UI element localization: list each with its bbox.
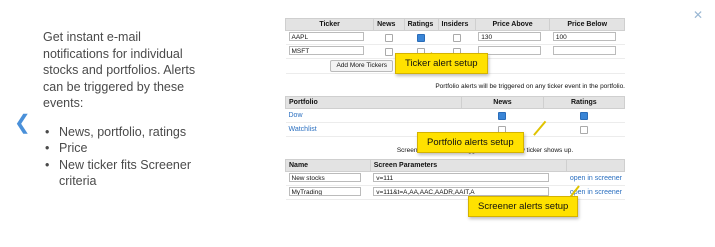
chevron-left-icon[interactable]: ❮ (14, 113, 31, 133)
table-row: Dow (285, 108, 625, 123)
table-row: AAPL 130 100 (285, 30, 625, 45)
description-intro: Get instant e-mail notifications for ind… (43, 30, 196, 110)
column-header: News (461, 96, 544, 109)
column-header: Ratings (403, 18, 439, 31)
add-more-tickers-button[interactable]: Add More Tickers (330, 60, 394, 72)
news-checkbox[interactable] (384, 33, 393, 42)
column-header: Name (285, 159, 371, 172)
ratings-checkbox[interactable] (579, 125, 588, 134)
open-in-screener-link[interactable]: open in screener (570, 175, 622, 182)
ratings-checkbox[interactable] (417, 33, 426, 42)
news-checkbox[interactable] (384, 47, 393, 56)
trigger-list: News, portfolio, ratings Price New ticke… (43, 124, 203, 190)
ticker-input[interactable]: MSFT (288, 46, 365, 55)
price-below-input[interactable]: 100 (552, 32, 616, 41)
screener-name-input[interactable]: New stocks (288, 173, 361, 182)
trigger-item: Price (43, 140, 203, 157)
screener-name-input[interactable]: MyTrading (288, 187, 361, 196)
column-header: Price Below (549, 18, 625, 31)
portfolio-alerts-note: Portfolio alerts will be triggered on an… (435, 83, 625, 90)
ticker-alert-callout: Ticker alert setup (395, 53, 488, 74)
close-icon[interactable]: ✕ (693, 9, 703, 21)
column-header: Ratings (542, 96, 626, 109)
table-header-row: Name Screen Parameters (285, 159, 625, 172)
column-header: Screen Parameters (369, 159, 568, 172)
alerts-screenshot: Ticker News Ratings Insiders Price Above… (284, 18, 626, 218)
column-header: Ticker (284, 18, 375, 31)
column-header: News (373, 18, 405, 31)
price-above-input[interactable] (478, 46, 542, 55)
portfolio-alerts-table: Portfolio News Ratings Dow Watchlist (284, 96, 626, 137)
ratings-checkbox[interactable] (579, 111, 588, 120)
column-header: Insiders (437, 18, 476, 31)
column-header: Portfolio (284, 96, 463, 109)
table-header-row: Ticker News Ratings Insiders Price Above… (284, 18, 625, 31)
screener-alerts-table: Name Screen Parameters New stocks v=111 … (285, 159, 625, 200)
table-row: New stocks v=111 open in screener (285, 171, 625, 186)
trigger-item: New ticker fits Screener criteria (43, 157, 203, 190)
screen-parameters-input[interactable]: v=111&t=A,AA,AAC,AADR,AAIT,A (373, 187, 549, 196)
screen-parameters-input[interactable]: v=111 (373, 173, 549, 182)
column-header: Price Above (474, 18, 551, 31)
feature-description: Get instant e-mail notifications for ind… (43, 29, 203, 190)
ticker-input[interactable]: AAPL (288, 32, 365, 41)
portfolio-link[interactable]: Watchlist (289, 126, 317, 133)
price-above-input[interactable]: 130 (478, 32, 542, 41)
open-in-screener-link[interactable]: open in screener (570, 189, 622, 196)
table-header-row: Portfolio News Ratings (284, 96, 626, 109)
portfolio-link[interactable]: Dow (289, 112, 303, 119)
portfolio-alert-callout: Portfolio alerts setup (417, 132, 524, 153)
price-below-input[interactable] (552, 46, 616, 55)
news-checkbox[interactable] (498, 111, 507, 120)
insiders-checkbox[interactable] (452, 33, 461, 42)
screener-alert-callout: Screener alerts setup (468, 196, 579, 217)
column-header (566, 159, 625, 172)
trigger-item: News, portfolio, ratings (43, 124, 203, 141)
